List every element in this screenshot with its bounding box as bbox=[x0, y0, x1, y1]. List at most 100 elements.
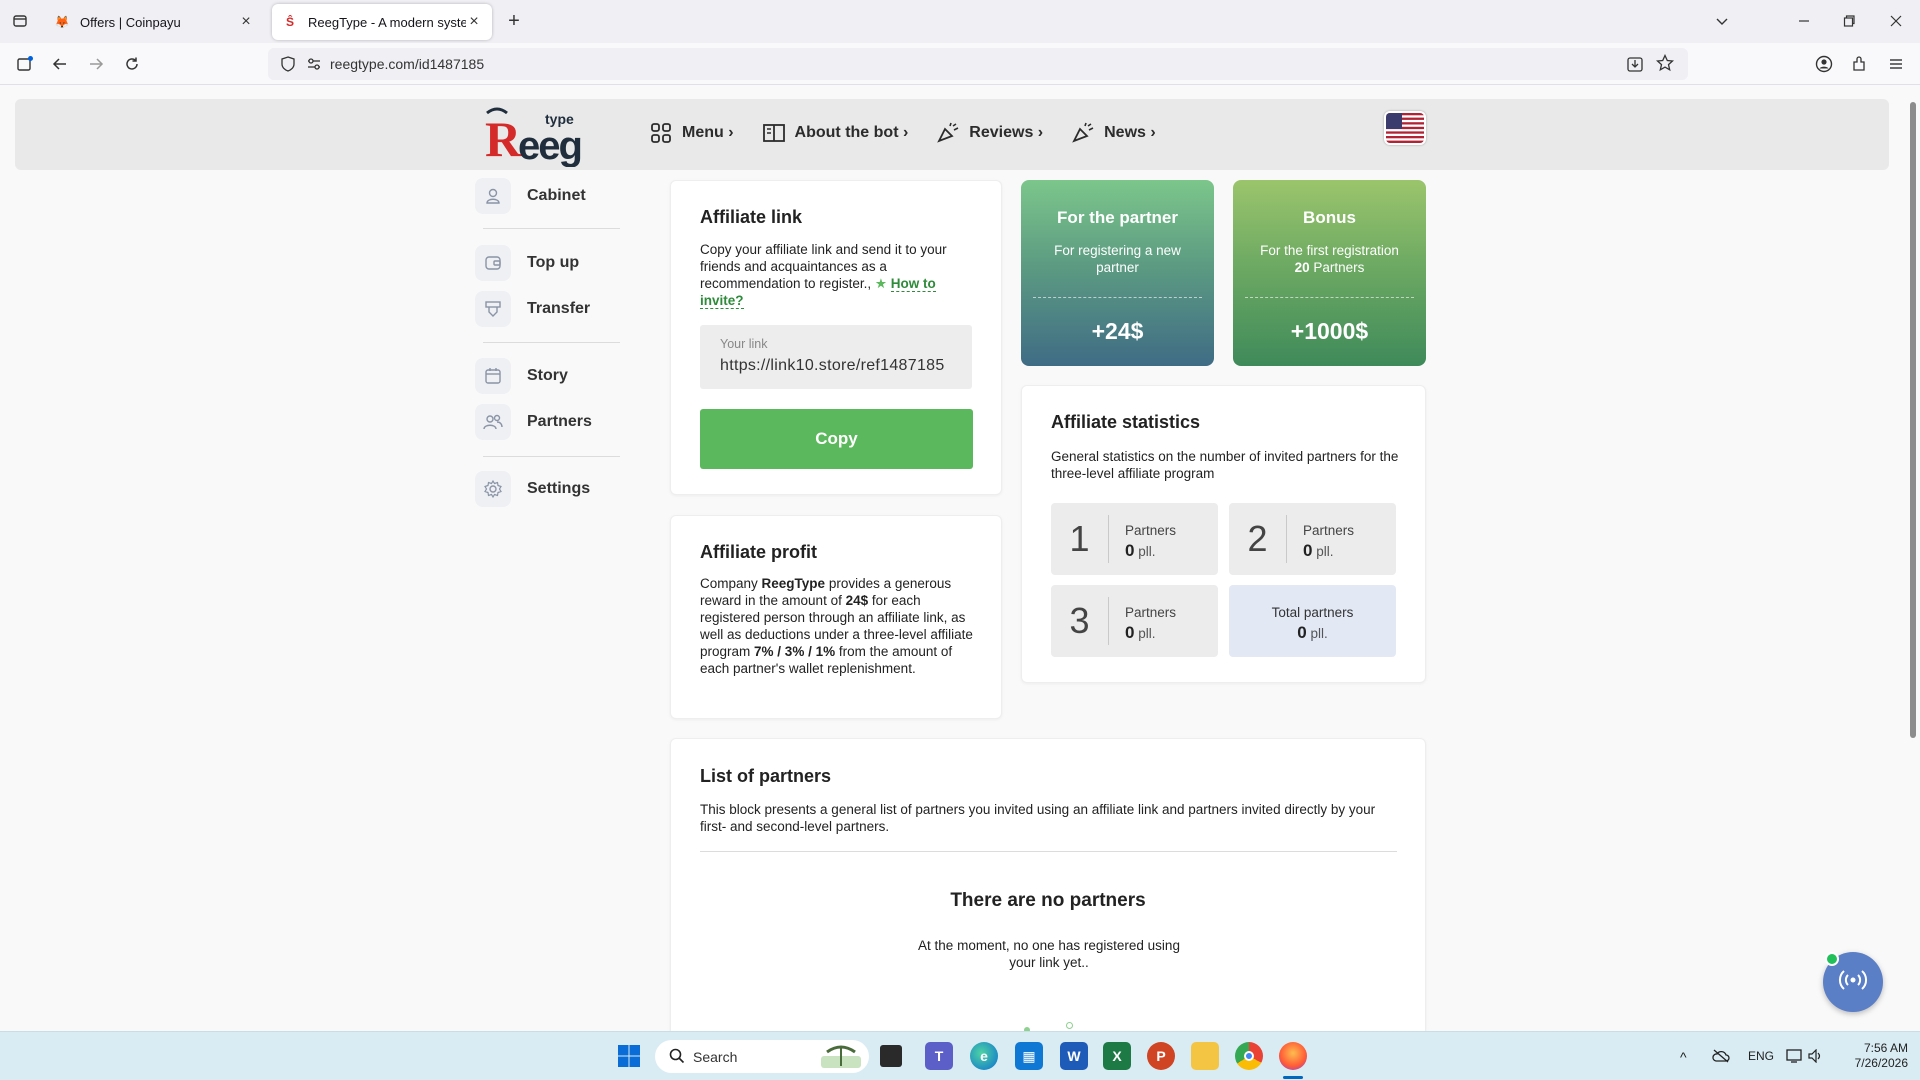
affiliate-link-desc: Copy your affiliate link and send it to … bbox=[700, 241, 978, 309]
reload-icon[interactable] bbox=[119, 51, 145, 77]
menu-item-reviews[interactable]: Reviews › bbox=[936, 121, 1043, 145]
megaphone-icon bbox=[936, 121, 960, 145]
bookmark-star-icon[interactable] bbox=[1655, 53, 1675, 75]
sidebar-item-transfer[interactable]: Transfer bbox=[475, 291, 635, 327]
page-viewport: R eeg type Menu › About the bot › Review… bbox=[0, 86, 1906, 1031]
sidebar-item-top-up[interactable]: Top up bbox=[475, 245, 635, 281]
tab-title: ReegType - A modern system fo bbox=[308, 14, 466, 30]
affiliate-profit-title: Affiliate profit bbox=[700, 542, 817, 562]
permissions-icon[interactable] bbox=[306, 56, 322, 75]
affiliate-link-field[interactable]: Your link https://link10.store/ref148718… bbox=[700, 325, 972, 389]
stat-total-partners: Total partners 0 pll. bbox=[1229, 585, 1396, 657]
powerpoint-icon[interactable]: P bbox=[1147, 1042, 1175, 1070]
menu-item-menu[interactable]: Menu › bbox=[649, 121, 734, 145]
store-icon[interactable]: ▦ bbox=[1015, 1042, 1043, 1070]
teams-icon[interactable]: T bbox=[925, 1042, 953, 1070]
copy-button[interactable]: Copy bbox=[700, 409, 973, 469]
taskbar-search-box[interactable]: Search bbox=[655, 1040, 869, 1073]
transfer-icon bbox=[475, 291, 511, 327]
live-support-button[interactable] bbox=[1823, 952, 1883, 1012]
gear-icon bbox=[475, 471, 511, 507]
stat-level-2: 2 Partners 0 pll. bbox=[1229, 503, 1396, 575]
menu-item-news[interactable]: News › bbox=[1071, 121, 1156, 145]
close-tab-icon[interactable]: × bbox=[238, 13, 254, 31]
stat-level-3: 3 Partners 0 pll. bbox=[1051, 585, 1218, 657]
word-icon[interactable]: W bbox=[1060, 1042, 1088, 1070]
excel-icon[interactable]: X bbox=[1103, 1042, 1131, 1070]
promo-partner-title: For the partner bbox=[1057, 208, 1178, 227]
reegtype-logo[interactable]: R eeg type bbox=[483, 101, 583, 168]
firefox-icon[interactable] bbox=[1279, 1042, 1307, 1070]
windows-start-icon[interactable] bbox=[615, 1042, 643, 1070]
volume-icon[interactable] bbox=[1808, 1048, 1824, 1066]
close-tab-icon[interactable]: × bbox=[466, 13, 482, 31]
sidebar-item-label: Partners bbox=[527, 413, 592, 430]
affiliate-statistics-card: Affiliate statistics General statistics … bbox=[1021, 385, 1426, 683]
us-flag-icon[interactable] bbox=[1384, 111, 1426, 145]
scrollbar-thumb[interactable] bbox=[1910, 102, 1916, 738]
promo-bonus-amount: +1000$ bbox=[1290, 318, 1369, 344]
app-menu-icon[interactable] bbox=[1883, 51, 1909, 77]
sidebar-item-settings[interactable]: Settings bbox=[475, 471, 635, 507]
file-explorer-icon[interactable] bbox=[1191, 1042, 1219, 1070]
browser-tab-reegtype[interactable]: Ŝ ReegType - A modern system fo × bbox=[272, 4, 492, 40]
account-icon[interactable] bbox=[1811, 51, 1837, 77]
minimize-icon[interactable] bbox=[1793, 10, 1815, 32]
brand-name: ReegType bbox=[761, 576, 826, 591]
stat-level-label: Partners bbox=[1303, 523, 1355, 538]
promo-partner-amount: +24$ bbox=[1091, 318, 1144, 344]
sidebar-item-story[interactable]: Story bbox=[475, 358, 635, 394]
close-window-icon[interactable] bbox=[1885, 10, 1907, 32]
partners-list-divider bbox=[700, 851, 1397, 852]
language-indicator[interactable]: ENG bbox=[1748, 1049, 1774, 1063]
sidebar-item-label: Story bbox=[527, 367, 568, 384]
task-view-icon[interactable] bbox=[880, 1045, 902, 1067]
tray-chevron-icon[interactable]: ^ bbox=[1680, 1049, 1687, 1065]
sidebar-item-label: Top up bbox=[527, 254, 580, 271]
tab-list-icon[interactable] bbox=[9, 10, 31, 32]
stat-total-unit: pll. bbox=[1310, 626, 1328, 641]
partners-list-card: List of partners This block presents a g… bbox=[670, 738, 1426, 1031]
stat-count-value: 0 bbox=[1125, 623, 1135, 642]
sidebar-item-partners[interactable]: Partners bbox=[475, 404, 635, 440]
new-tab-icon[interactable]: + bbox=[503, 10, 525, 32]
affiliate-profit-card: Affiliate profit Company ReegType provid… bbox=[670, 515, 1002, 719]
svg-text:eeg: eeg bbox=[518, 124, 581, 167]
reegtype-favicon-icon: Ŝ bbox=[285, 15, 294, 29]
sidebar-item-label: Settings bbox=[527, 480, 591, 497]
broadcast-icon bbox=[1838, 968, 1868, 997]
sidebar-toggle-icon[interactable] bbox=[12, 51, 38, 77]
page-scrollbar[interactable] bbox=[1906, 86, 1920, 1031]
tab-overflow-chevron-icon[interactable] bbox=[1711, 10, 1733, 32]
affiliate-levels: 7% / 3% / 1% bbox=[754, 644, 836, 659]
grid-icon bbox=[649, 121, 673, 145]
empty-state-title: There are no partners bbox=[950, 890, 1146, 911]
extensions-icon[interactable] bbox=[1847, 51, 1873, 77]
shield-icon[interactable] bbox=[280, 56, 296, 75]
chrome-icon[interactable] bbox=[1235, 1042, 1263, 1070]
forward-icon[interactable] bbox=[83, 51, 109, 77]
back-icon[interactable] bbox=[47, 51, 73, 77]
promo-bonus-subtitle: For the first registration 20 Partners bbox=[1233, 242, 1426, 276]
promo-bonus-title: Bonus bbox=[1303, 208, 1356, 227]
network-icon[interactable] bbox=[1786, 1049, 1802, 1066]
stat-count-unit: pll. bbox=[1138, 626, 1156, 641]
sidebar-item-cabinet[interactable]: Cabinet bbox=[475, 178, 635, 214]
main-menu: Menu › About the bot › Reviews › News › bbox=[649, 121, 1156, 145]
taskbar-clock[interactable]: 7:56 AM 7/26/2026 bbox=[1838, 1041, 1908, 1071]
onedrive-offline-icon[interactable] bbox=[1712, 1049, 1730, 1066]
browser-tab-coinpayu[interactable]: 🦊 Offers | Coinpayu × bbox=[44, 4, 264, 40]
menu-item-label: Reviews › bbox=[969, 124, 1044, 141]
user-icon bbox=[475, 178, 511, 214]
download-page-icon[interactable] bbox=[1626, 55, 1644, 76]
edge-icon[interactable]: e bbox=[970, 1042, 998, 1070]
url-bar[interactable]: reegtype.com/id1487185 bbox=[268, 48, 1688, 80]
restore-icon[interactable] bbox=[1838, 10, 1860, 32]
wallet-icon bbox=[475, 245, 511, 281]
stat-level-number: 1 bbox=[1051, 515, 1109, 563]
affiliate-link-value[interactable]: https://link10.store/ref1487185 bbox=[720, 357, 952, 375]
menu-item-about[interactable]: About the bot › bbox=[762, 121, 908, 145]
stat-level-1: 1 Partners 0 pll. bbox=[1051, 503, 1218, 575]
stat-total-value: 0 bbox=[1297, 623, 1307, 642]
empty-state-text: At the moment, no one has registered usi… bbox=[918, 938, 1180, 970]
